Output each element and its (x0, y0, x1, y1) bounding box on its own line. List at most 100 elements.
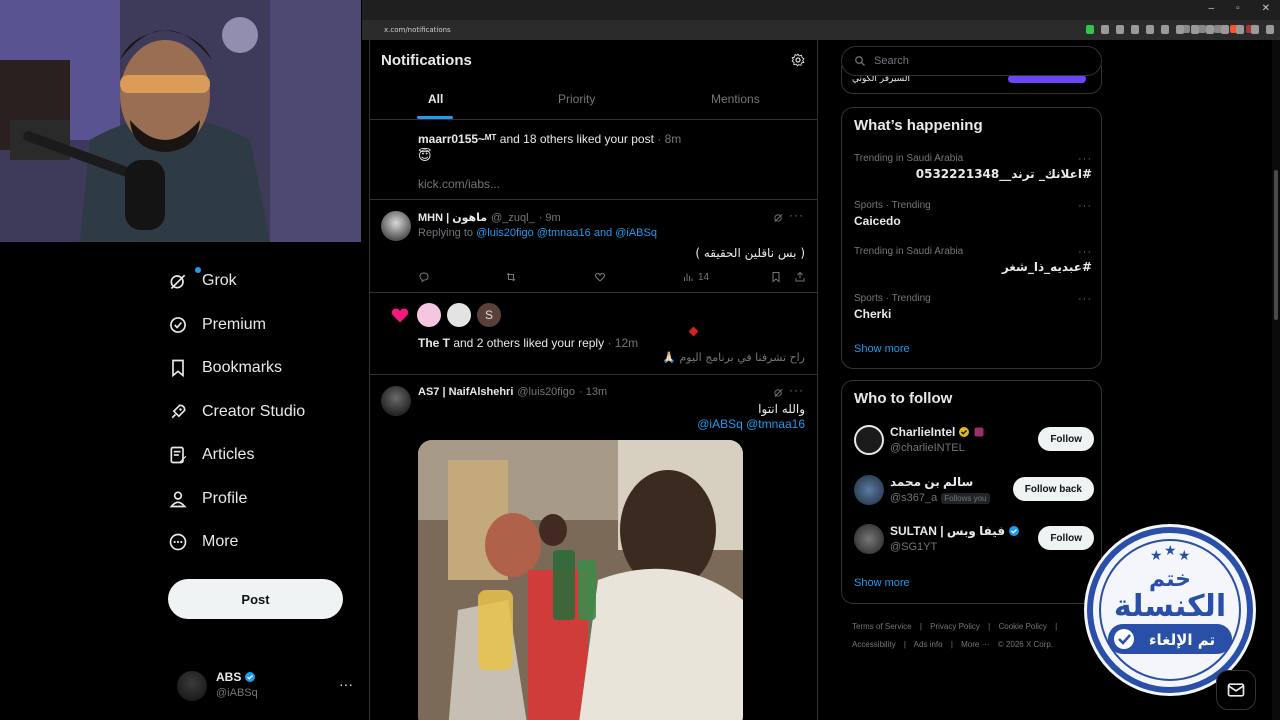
nav-item-creator-studio[interactable]: Creator Studio (168, 397, 348, 427)
tab-all[interactable]: All (428, 92, 443, 106)
extension-icon[interactable] (1176, 25, 1184, 34)
post-link[interactable]: kick.com/iabs... (418, 177, 500, 191)
reply-tweet[interactable]: MHN | ماهون @_zuql_ · 9m ··· Replying to… (370, 201, 817, 293)
avatar[interactable] (417, 303, 441, 327)
footer-separator: | (919, 622, 922, 631)
avatar[interactable]: S (477, 303, 501, 327)
bookmark-icon (172, 359, 184, 378)
extension-icon[interactable] (1206, 25, 1214, 34)
extension-icon[interactable] (1251, 25, 1259, 34)
more-dots-icon[interactable]: ··· (339, 676, 353, 692)
avatar[interactable] (447, 303, 471, 327)
nav-item-grok[interactable]: Grok (168, 266, 348, 296)
avatar[interactable] (854, 524, 884, 554)
nav-item-articles[interactable]: Articles (168, 440, 348, 470)
nav-item-bookmarks[interactable]: Bookmarks (168, 353, 348, 383)
tweet-media-image[interactable] (418, 440, 743, 720)
nav-item-premium[interactable]: Premium (168, 310, 348, 340)
author-handle[interactable]: @_zuql_ (491, 212, 535, 224)
actor-name[interactable]: The T (418, 336, 450, 350)
views-button[interactable]: 14 (682, 271, 709, 283)
window-controls[interactable]: – ▫ ✕ (1209, 3, 1271, 14)
notification-text: maarr0155~ᴹᵀ and 18 others liked your po… (418, 132, 681, 146)
grok-icon[interactable] (773, 212, 784, 223)
trend-item[interactable]: Trending in Saudi Arabia #عبديه_ذا_شغر ·… (854, 246, 1092, 274)
extension-icon[interactable] (1116, 25, 1124, 34)
trend-item[interactable]: Sports · Trending Caicedo ··· (854, 200, 1092, 228)
footer-link[interactable]: Accessibility (852, 640, 896, 649)
show-more-link[interactable]: Show more (854, 343, 910, 355)
previous-card-button[interactable] (1008, 75, 1086, 83)
follow-suggestion[interactable]: SULTAN | فيفا وبس @SG1YT Follow (854, 522, 1094, 558)
avatar[interactable] (381, 386, 411, 416)
more-dots-icon[interactable]: ··· (789, 383, 804, 397)
mention-tweet[interactable]: AS7 | NaifAlshehri @luis20figo · 13m ···… (370, 376, 817, 720)
extension-icon[interactable] (1221, 25, 1229, 34)
extension-icon[interactable] (1236, 25, 1244, 34)
bookmark-button[interactable] (770, 271, 782, 283)
follow-back-button[interactable]: Follow back (1012, 477, 1094, 501)
extension-icon[interactable] (1146, 25, 1154, 34)
tab-priority[interactable]: Priority (558, 92, 595, 106)
more-dots-icon[interactable]: ··· (1078, 246, 1092, 258)
timestamp: · 8m (657, 132, 682, 146)
share-button[interactable] (794, 271, 806, 283)
tab-mentions[interactable]: Mentions (711, 92, 760, 106)
footer-link[interactable]: Ads info (914, 640, 943, 649)
minimize-icon[interactable]: – (1209, 3, 1215, 14)
more-dots-icon[interactable]: ··· (1078, 293, 1092, 305)
post-button[interactable]: Post (168, 579, 343, 619)
footer-link[interactable]: Privacy Policy (930, 622, 980, 631)
notification-action: and 2 others liked your reply (450, 336, 605, 350)
more-dots-icon[interactable]: ··· (789, 208, 804, 222)
avatar[interactable] (854, 475, 884, 505)
address-bar[interactable]: x.com/notifications (362, 20, 1280, 40)
url-text[interactable]: x.com/notifications (384, 26, 451, 34)
avatar[interactable] (381, 211, 411, 241)
follow-suggestion[interactable]: سالم بن محمد @s367_a Follows you Follow … (854, 473, 1094, 509)
follow-button[interactable]: Follow (1038, 427, 1094, 451)
footer-link[interactable]: More ··· (961, 640, 989, 649)
reply-button[interactable] (418, 271, 430, 283)
nav-item-label: Creator Studio (202, 403, 306, 420)
close-icon[interactable]: ✕ (1262, 3, 1270, 14)
maximize-icon[interactable]: ▫ (1236, 3, 1240, 14)
messages-button[interactable] (1216, 670, 1256, 710)
avatar[interactable] (854, 425, 884, 455)
author-name[interactable]: AS7 | NaifAlshehri (418, 386, 513, 398)
gear-icon[interactable] (791, 53, 805, 67)
actor-name[interactable]: maarr0155~ᴹᵀ (418, 132, 496, 146)
account-switcher[interactable]: ABS @iABSq ··· (177, 670, 357, 704)
more-dots-icon[interactable]: ··· (1078, 153, 1092, 165)
page-scrollbar[interactable] (1272, 40, 1280, 720)
notification-text: The T and 2 others liked your reply · 12… (418, 336, 638, 350)
follow-suggestion[interactable]: CharlieIntel @charlieINTEL Follow (854, 423, 1094, 459)
search-bar[interactable] (841, 46, 1102, 76)
like-button[interactable] (594, 271, 606, 283)
timestamp: · 9m (538, 211, 561, 224)
extension-icon[interactable] (1191, 25, 1199, 34)
trend-item[interactable]: Trending in Saudi Arabia #اعلانك_ ترند__… (854, 153, 1092, 181)
nav-item-more[interactable]: More (168, 527, 348, 557)
footer-link[interactable]: Cookie Policy (998, 622, 1046, 631)
notification-item[interactable]: S The T and 2 others liked your reply · … (370, 294, 817, 375)
nav-item-profile[interactable]: Profile (168, 484, 348, 514)
author-name[interactable]: MHN | ماهون (418, 211, 487, 224)
notification-item[interactable]: maarr0155~ᴹᵀ and 18 others liked your po… (370, 120, 817, 200)
extension-icon[interactable] (1161, 25, 1169, 34)
menu-icon[interactable] (1266, 25, 1274, 34)
reply-mentions[interactable]: @luis20figo @tmnaa16 and @iABSq (476, 227, 657, 239)
grok-icon[interactable] (773, 387, 784, 398)
trend-item[interactable]: Sports · Trending Cherki ··· (854, 293, 1092, 321)
search-input[interactable] (874, 55, 1074, 67)
show-more-link[interactable]: Show more (854, 577, 910, 589)
tweet-mentions[interactable]: @iABSq @tmnaa16 (697, 417, 805, 431)
extension-icon[interactable] (1086, 25, 1094, 34)
extension-icon[interactable] (1131, 25, 1139, 34)
author-handle[interactable]: @luis20figo (517, 386, 575, 398)
scrollbar-thumb[interactable] (1274, 170, 1278, 320)
footer-link[interactable]: Terms of Service (852, 622, 912, 631)
extension-icon[interactable] (1101, 25, 1109, 34)
more-dots-icon[interactable]: ··· (1078, 200, 1092, 212)
repost-button[interactable] (505, 271, 517, 283)
